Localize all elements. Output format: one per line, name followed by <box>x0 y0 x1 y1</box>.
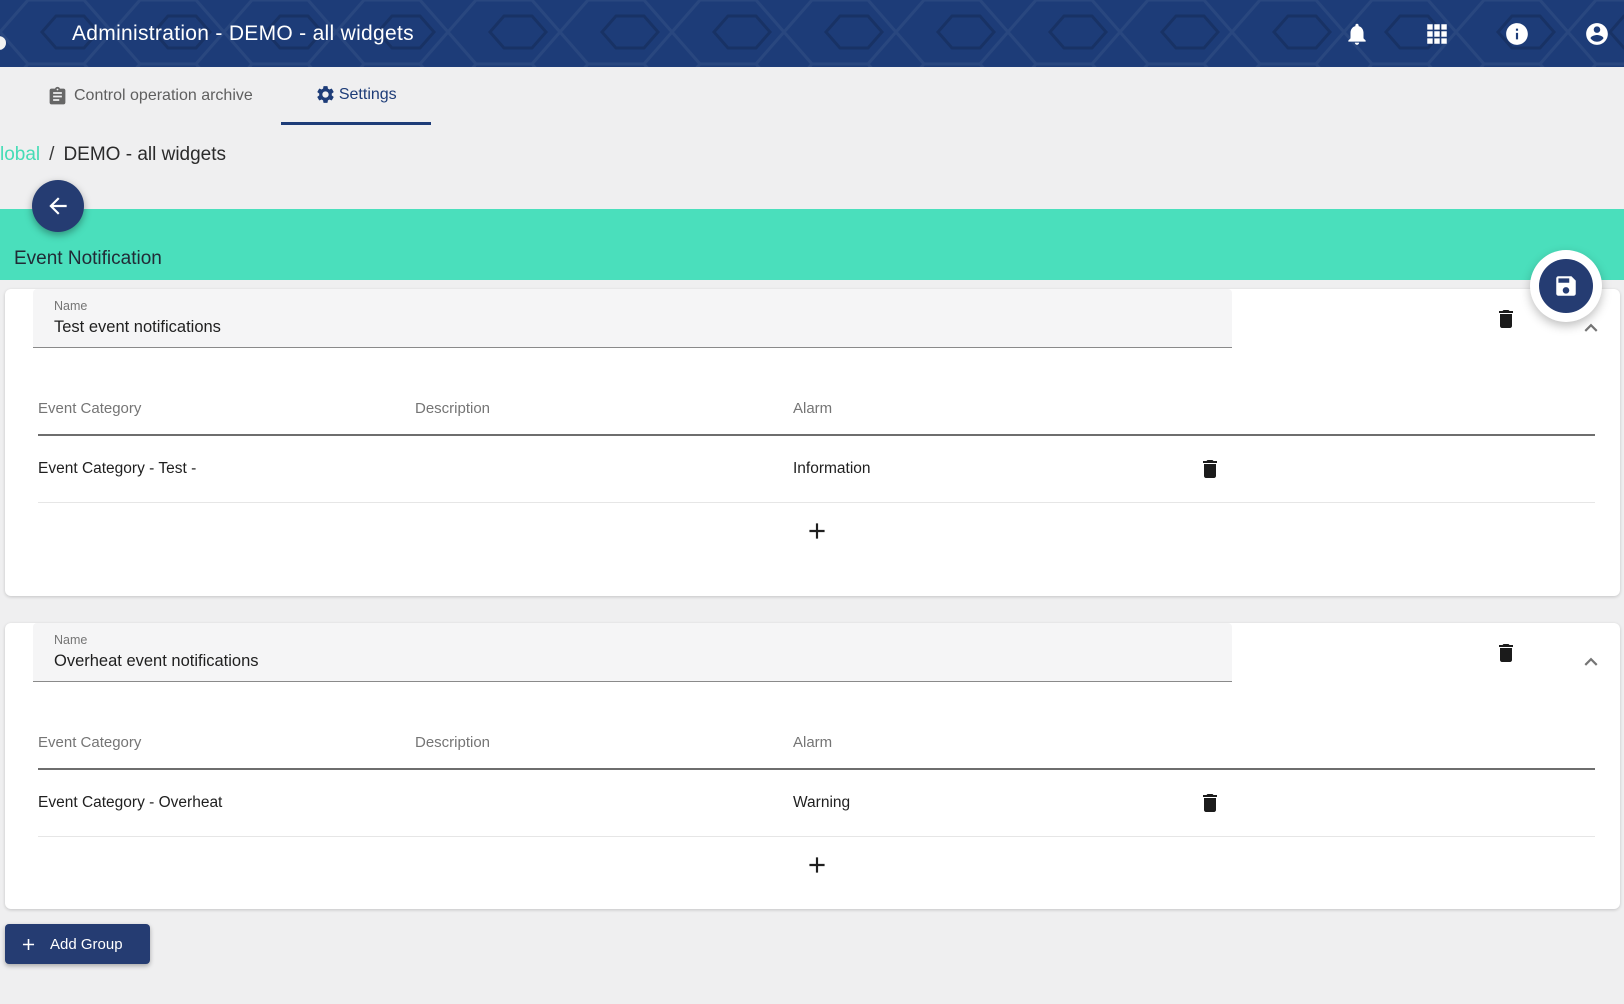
trash-icon <box>1203 460 1217 478</box>
column-alarm: Alarm <box>793 400 833 417</box>
notifications-button[interactable] <box>1344 21 1370 47</box>
tab-archive-label: Control operation archive <box>74 87 253 104</box>
trash-icon <box>1203 794 1217 812</box>
table-row: Event Category - Overheat Warning <box>38 770 1595 837</box>
gear-icon <box>317 86 334 103</box>
table-row: Event Category - Test - Information <box>38 436 1595 503</box>
column-description: Description <box>415 734 491 751</box>
column-event-category: Event Category <box>38 400 142 417</box>
breadcrumb: lobal / DEMO - all widgets <box>0 142 1624 168</box>
column-description: Description <box>415 400 491 417</box>
save-icon <box>1556 276 1576 296</box>
name-field[interactable]: Name Test event notifications <box>33 289 1232 348</box>
info-button[interactable] <box>1504 21 1530 47</box>
section-banner: Event Notification <box>0 209 1624 280</box>
name-field[interactable]: Name Overheat event notifications <box>33 623 1232 682</box>
name-field-value: Overheat event notifications <box>54 652 259 670</box>
plus-icon <box>22 938 35 950</box>
clipboard-icon <box>49 86 66 104</box>
table-header-row: Event Category Description Alarm <box>38 682 1595 770</box>
chevron-up-icon <box>1584 657 1598 666</box>
add-row-area <box>38 837 1595 893</box>
plus-icon <box>808 523 825 539</box>
info-icon <box>1506 22 1528 45</box>
delete-row-button[interactable] <box>1195 788 1225 818</box>
delete-row-button[interactable] <box>1195 454 1225 484</box>
add-group-button[interactable]: Add Group <box>5 924 150 964</box>
tab-settings[interactable]: Settings <box>280 67 431 125</box>
cell-alarm: Information <box>793 460 871 477</box>
save-button-inner <box>1539 259 1593 313</box>
cell-event-category: Event Category - Overheat <box>38 794 223 811</box>
event-table: Event Category Description Alarm Event C… <box>38 682 1595 893</box>
collapse-group-button[interactable] <box>1576 647 1606 677</box>
cell-event-category: Event Category - Test - <box>38 460 197 477</box>
tab-settings-label: Settings <box>338 85 397 103</box>
trash-icon <box>1499 644 1513 662</box>
account-icon <box>1586 22 1608 45</box>
apps-grid-button[interactable] <box>1424 21 1450 47</box>
tab-bar: Control operation archive Settings <box>0 67 1624 125</box>
add-row-area <box>38 503 1595 559</box>
name-field-value: Test event notifications <box>54 318 221 336</box>
tab-control-operation-archive[interactable]: Control operation archive <box>47 67 253 125</box>
breadcrumb-root-link[interactable]: lobal <box>0 144 40 166</box>
trash-icon <box>1499 310 1513 328</box>
save-button[interactable] <box>1530 250 1602 322</box>
name-field-label: Name <box>54 299 88 313</box>
breadcrumb-separator: / <box>49 144 55 165</box>
name-field-label: Name <box>54 633 88 647</box>
group-card-overheat: Name Overheat event notifications Event … <box>5 623 1620 909</box>
breadcrumb-current: DEMO - all widgets <box>63 144 227 165</box>
group-card-test: Name Test event notifications Event Cate… <box>5 289 1620 596</box>
cell-alarm: Warning <box>793 794 851 811</box>
page-title: Administration - DEMO - all widgets <box>72 21 414 45</box>
back-button[interactable] <box>32 180 84 232</box>
app-root: Administration - DEMO - all widgets Cont… <box>0 0 1624 964</box>
delete-group-button[interactable] <box>1491 638 1521 668</box>
section-header-wrap: Event Notification <box>0 180 1624 322</box>
add-row-button[interactable] <box>797 511 837 551</box>
add-row-button[interactable] <box>797 845 837 885</box>
column-alarm: Alarm <box>793 734 833 751</box>
apps-grid-icon <box>1427 23 1447 44</box>
section-title: Event Notification <box>14 248 162 269</box>
table-header-row: Event Category Description Alarm <box>38 348 1595 436</box>
plus-icon <box>808 857 825 873</box>
app-header: Administration - DEMO - all widgets <box>0 0 1624 67</box>
add-group-label: Add Group <box>50 935 123 953</box>
groups-list: Name Test event notifications Event Cate… <box>0 289 1624 909</box>
column-event-category: Event Category <box>38 734 142 751</box>
delete-group-button[interactable] <box>1491 304 1521 334</box>
event-table: Event Category Description Alarm Event C… <box>38 348 1595 559</box>
bell-icon <box>1348 23 1366 45</box>
back-arrow-icon <box>49 197 67 215</box>
account-button[interactable] <box>1584 21 1610 47</box>
chevron-up-icon <box>1584 323 1598 332</box>
header-actions <box>1344 21 1624 47</box>
